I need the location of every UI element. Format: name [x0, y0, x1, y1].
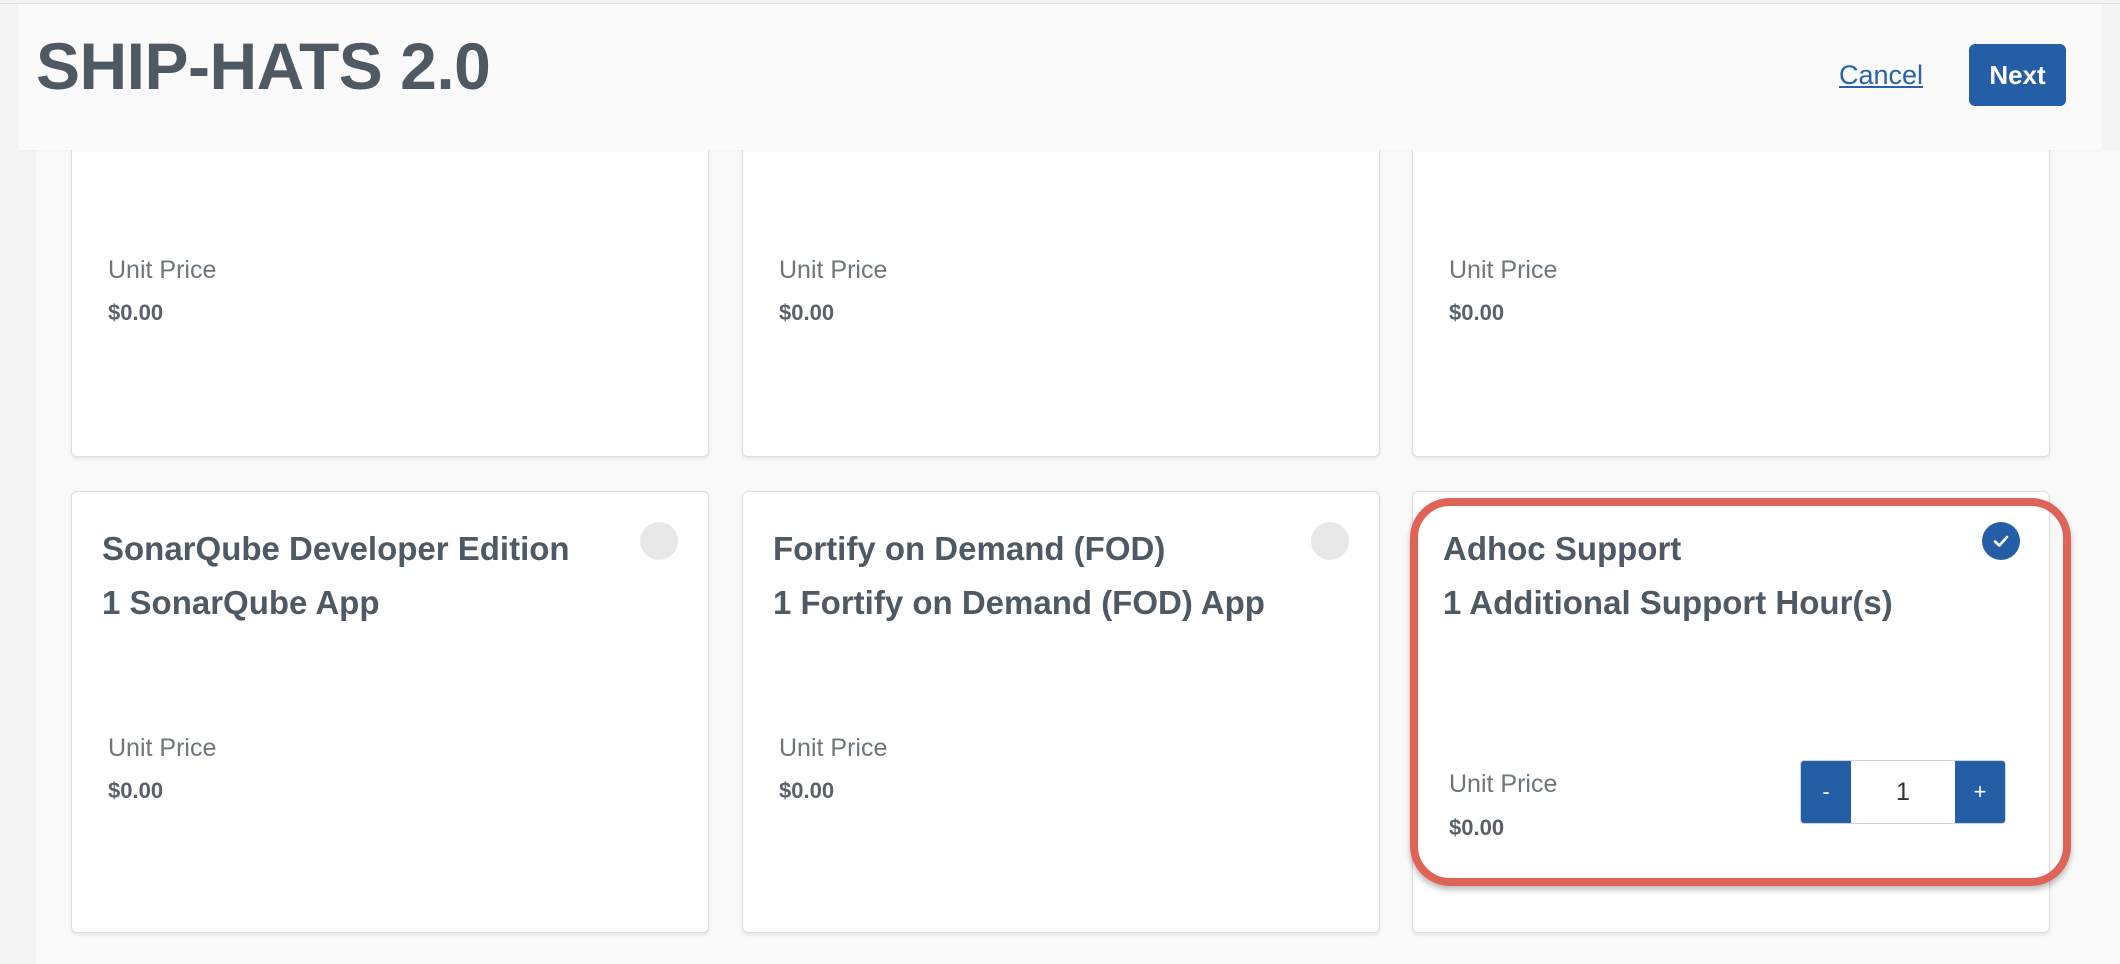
quantity-input[interactable] — [1851, 761, 1955, 823]
unit-price-label: Unit Price — [1449, 770, 1558, 798]
cancel-link[interactable]: Cancel — [1839, 60, 1923, 91]
card-title: Adhoc Support — [1443, 530, 1682, 567]
unit-price-value: $0.00 — [1449, 815, 1505, 840]
select-radio[interactable] — [640, 522, 678, 560]
card-title: Fortify on Demand (FOD) — [773, 530, 1166, 567]
card-subtitle: 1 Fortify on Demand (FOD) App — [773, 584, 1265, 621]
unit-price-label: Unit Price — [108, 256, 217, 284]
product-card-adhoc-support[interactable]: Adhoc Support 1 Additional Support Hour(… — [1412, 491, 2050, 933]
unit-price-value: $0.00 — [779, 300, 835, 325]
check-icon — [1993, 535, 2009, 547]
card-title: SonarQube Developer Edition — [102, 530, 570, 567]
increment-button[interactable]: + — [1955, 761, 2005, 823]
card-subtitle: 1 Additional Support Hour(s) — [1443, 584, 1893, 621]
next-button[interactable]: Next — [1969, 44, 2066, 106]
page-title: SHIP-HATS 2.0 — [36, 29, 491, 103]
select-radio-checked[interactable] — [1982, 522, 2020, 560]
unit-price-label: Unit Price — [108, 734, 217, 762]
product-card-sonarqube[interactable]: SonarQube Developer Edition 1 SonarQube … — [71, 491, 709, 933]
card-subtitle: 1 SonarQube App — [102, 584, 380, 621]
unit-price-label: Unit Price — [779, 256, 888, 284]
product-card[interactable]: Unit Price $0.00 — [1412, 150, 2050, 457]
unit-price-label: Unit Price — [779, 734, 888, 762]
unit-price-value: $0.00 — [1449, 300, 1505, 325]
product-card-fortify[interactable]: Fortify on Demand (FOD) 1 Fortify on Dem… — [742, 491, 1380, 933]
header: SHIP-HATS 2.0 — [18, 4, 2102, 150]
select-radio[interactable] — [1311, 522, 1349, 560]
product-card[interactable]: Unit Price $0.00 — [742, 150, 1380, 457]
unit-price-value: $0.00 — [779, 778, 835, 803]
page: Unit Price $0.00 Unit Price $0.00 Unit P… — [0, 0, 2120, 964]
product-card[interactable]: Unit Price $0.00 — [71, 150, 709, 457]
unit-price-label: Unit Price — [1449, 256, 1558, 284]
unit-price-value: $0.00 — [108, 778, 164, 803]
decrement-button[interactable]: - — [1801, 761, 1851, 823]
unit-price-value: $0.00 — [108, 300, 164, 325]
quantity-stepper[interactable]: - + — [1800, 760, 2006, 824]
